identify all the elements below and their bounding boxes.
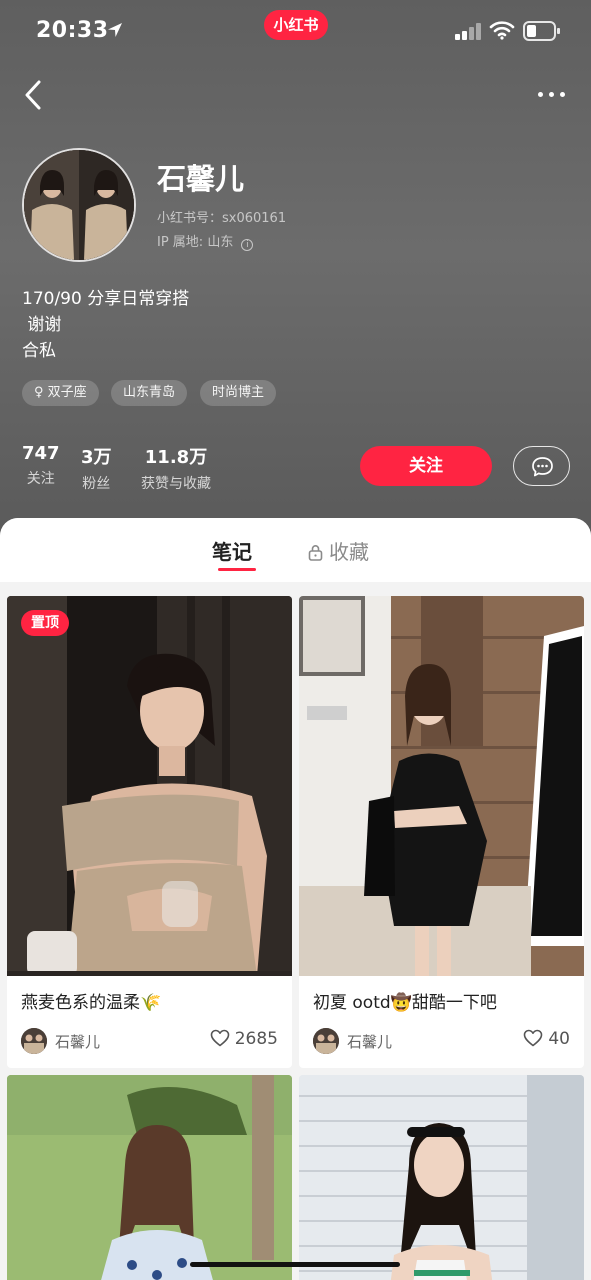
heart-icon bbox=[524, 1029, 543, 1047]
like-button[interactable]: 2685 bbox=[210, 1029, 278, 1049]
stat-likes-collects[interactable]: 11.8万 获赞与收藏 bbox=[141, 443, 211, 493]
profile-avatar[interactable] bbox=[22, 148, 136, 262]
note-author[interactable]: 石馨儿 bbox=[55, 1031, 100, 1052]
location-arrow-icon bbox=[108, 23, 122, 37]
stat-following[interactable]: 747 关注 bbox=[22, 443, 60, 488]
tab-notes[interactable]: 笔记 bbox=[212, 536, 252, 565]
wifi-icon bbox=[489, 21, 515, 40]
content-sheet: 笔记 收藏 置顶 燕麦色系的温柔🌾 石馨儿 2685 初夏 ootd🤠甜酷一下吧… bbox=[0, 518, 591, 1280]
stat-following-label: 关注 bbox=[26, 471, 55, 487]
profile-id: 小红书号：sx060161 bbox=[157, 211, 287, 226]
stat-followers-label: 粉丝 bbox=[82, 476, 111, 492]
tab-collect[interactable]: 收藏 bbox=[308, 536, 369, 565]
tab-active-indicator bbox=[218, 568, 256, 571]
message-button[interactable] bbox=[513, 446, 570, 486]
follow-button[interactable]: 关注 bbox=[360, 446, 492, 486]
like-count: 2685 bbox=[234, 1029, 278, 1049]
home-indicator[interactable] bbox=[190, 1262, 400, 1267]
stat-followers-count: 3万 bbox=[81, 447, 112, 468]
heart-icon bbox=[210, 1029, 230, 1047]
stat-likes-label: 获赞与收藏 bbox=[141, 476, 211, 492]
bio-line: 谢谢 bbox=[22, 315, 62, 335]
cellular-signal-icon bbox=[455, 22, 483, 40]
note-card[interactable] bbox=[7, 1075, 292, 1280]
note-title: 初夏 ootd🤠甜酷一下吧 bbox=[313, 993, 497, 1013]
note-title: 燕麦色系的温柔🌾 bbox=[21, 993, 162, 1013]
bio-line: 170/90 分享日常穿搭 bbox=[22, 289, 190, 309]
app-badge: 小红书 bbox=[264, 10, 328, 40]
author-avatar[interactable] bbox=[313, 1028, 339, 1054]
chat-bubble-icon bbox=[532, 457, 553, 477]
info-icon[interactable]: i bbox=[241, 239, 254, 251]
note-card[interactable]: 初夏 ootd🤠甜酷一下吧 石馨儿 40 bbox=[299, 596, 584, 1068]
tab-bar: 笔记 收藏 bbox=[0, 518, 591, 582]
avatar-image bbox=[24, 150, 134, 260]
status-time: 20:33 bbox=[36, 18, 109, 43]
more-options-button[interactable] bbox=[532, 82, 572, 106]
stat-likes-count: 11.8万 bbox=[144, 447, 208, 468]
lock-icon bbox=[308, 545, 323, 561]
tag-category[interactable]: 时尚博主 bbox=[200, 380, 277, 406]
like-button[interactable]: 40 bbox=[523, 1029, 570, 1049]
note-author[interactable]: 石馨儿 bbox=[347, 1031, 392, 1052]
tag-location[interactable]: 山东青岛 bbox=[111, 380, 188, 406]
tab-collect-label: 收藏 bbox=[329, 540, 369, 564]
status-bar: 20:33 小红书 bbox=[0, 0, 591, 62]
note-cover-image bbox=[7, 1075, 292, 1280]
battery-icon bbox=[523, 21, 561, 41]
stat-following-count: 747 bbox=[22, 443, 60, 464]
note-cover-image bbox=[299, 596, 584, 976]
ip-location-text: IP 属地: 山东 bbox=[157, 235, 234, 250]
note-cover-image: 置顶 bbox=[7, 596, 292, 976]
profile-bio: 170/90 分享日常穿搭 谢谢 合私 bbox=[22, 286, 189, 364]
tag-zodiac[interactable]: ♀ 双子座 bbox=[22, 380, 99, 406]
bio-line: 合私 bbox=[22, 341, 56, 361]
note-card[interactable]: 置顶 燕麦色系的温柔🌾 石馨儿 2685 bbox=[7, 596, 292, 1068]
note-cover-image bbox=[299, 1075, 584, 1280]
back-button[interactable] bbox=[18, 76, 52, 114]
note-card[interactable] bbox=[299, 1075, 584, 1280]
stat-followers[interactable]: 3万 粉丝 bbox=[81, 443, 112, 493]
profile-name: 石馨儿 bbox=[157, 162, 245, 196]
like-count: 40 bbox=[548, 1029, 570, 1049]
profile-ip-location: IP 属地: 山东 i bbox=[157, 231, 254, 251]
author-avatar[interactable] bbox=[21, 1028, 47, 1054]
pinned-badge: 置顶 bbox=[21, 610, 69, 636]
